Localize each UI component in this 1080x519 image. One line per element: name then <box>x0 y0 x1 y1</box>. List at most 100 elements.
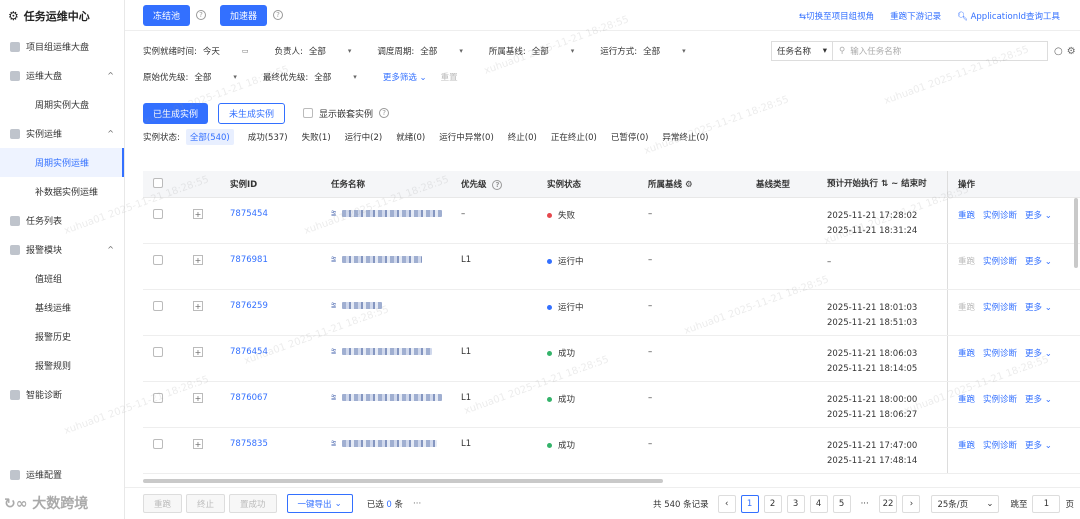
diagnose-button[interactable]: 实例诊断 <box>983 393 1017 427</box>
expand-row-button[interactable]: + <box>193 393 203 403</box>
export-button[interactable]: 一键导出 ⌄ <box>286 494 353 513</box>
sidebar-item[interactable]: 报警历史 <box>0 322 124 351</box>
page-button[interactable]: 1 <box>740 495 759 513</box>
instance-id-link[interactable]: 7876067 <box>230 393 268 403</box>
instance-id-link[interactable]: 7876259 <box>230 301 268 311</box>
sidebar-item[interactable]: 实例运维 ^ <box>0 119 124 148</box>
filter-select[interactable]: 运行方式: 全部 ▾ <box>600 45 685 57</box>
row-checkbox[interactable] <box>153 209 163 219</box>
accelerator-button[interactable]: 加速器 <box>220 4 268 26</box>
task-name-redacted[interactable] <box>342 302 383 309</box>
task-name-redacted[interactable] <box>342 210 443 217</box>
more-actions-button[interactable]: 更多 ⌄ <box>1025 209 1052 243</box>
rerun-button[interactable]: 重跑 <box>958 209 975 243</box>
rerun-button[interactable]: 重跑 <box>958 301 975 335</box>
task-name-redacted[interactable] <box>342 348 433 355</box>
filter-select[interactable]: 所属基线: 全部 ▾ <box>489 45 574 57</box>
rerun-button[interactable]: 重跑 <box>958 439 975 473</box>
status-filter-chip[interactable]: 就绪(0) <box>396 131 425 143</box>
sidebar-item[interactable]: 项目组运维大盘 <box>0 32 124 61</box>
rerun-downstream-link[interactable]: 重跑下游记录 <box>890 10 941 22</box>
prev-page-button[interactable]: ‹ <box>717 495 736 513</box>
more-actions-button[interactable]: 更多 ⌄ <box>1025 255 1052 289</box>
status-filter-chip[interactable]: 全部(540) <box>185 129 234 145</box>
status-filter-chip[interactable]: 运行中(2) <box>345 131 383 143</box>
show-nested-checkbox[interactable] <box>303 108 314 118</box>
sidebar-item[interactable]: 补数据实例运维 <box>0 177 124 206</box>
search-field-select[interactable]: 任务名称 ▾ <box>771 41 833 61</box>
instance-id-link[interactable]: 7875454 <box>230 209 268 219</box>
filter-select[interactable]: 原始优先级: 全部 ▾ <box>143 71 237 83</box>
search-input[interactable]: ⚲ 输入任务名称 <box>833 41 1048 61</box>
batch-stop-button[interactable]: 终止 <box>186 494 226 513</box>
more-filters-link[interactable]: 更多筛选 ⌄ <box>383 71 427 83</box>
expand-row-button[interactable]: + <box>193 301 203 311</box>
switch-project-view-link[interactable]: ⇆切换至项目组视角 <box>799 10 874 22</box>
settings-icon[interactable]: ⚙ <box>1067 46 1076 57</box>
diagnose-button[interactable]: 实例诊断 <box>983 347 1017 381</box>
status-filter-chip[interactable]: 终止(0) <box>508 131 537 143</box>
application-id-tool-link[interactable]: 🔍︎ ApplicationId查询工具 <box>957 10 1060 22</box>
sidebar-item[interactable]: 基线运维 <box>0 293 124 322</box>
help-icon[interactable]: ? <box>379 108 390 118</box>
row-checkbox[interactable] <box>153 347 163 357</box>
diagnose-button[interactable]: 实例诊断 <box>983 301 1017 335</box>
row-checkbox[interactable] <box>153 439 163 449</box>
status-filter-chip[interactable]: 成功(537) <box>248 131 288 143</box>
next-page-button[interactable]: › <box>902 495 921 513</box>
more-actions-button[interactable]: 更多 ⌄ <box>1025 301 1052 335</box>
filter-select[interactable]: 负责人: 全部 ▾ <box>275 45 352 57</box>
tab-not-generated-instances[interactable]: 未生成实例 <box>218 102 286 124</box>
batch-set-success-button[interactable]: 置成功 <box>229 494 277 513</box>
instance-id-link[interactable]: 7875835 <box>230 439 268 449</box>
expand-row-button[interactable]: + <box>193 209 203 219</box>
sidebar-item[interactable]: 智能诊断 <box>0 380 124 409</box>
sidebar-item[interactable]: 周期实例大盘 <box>0 90 124 119</box>
vertical-scrollbar[interactable] <box>1074 198 1078 268</box>
status-filter-chip[interactable]: 运行中异常(0) <box>439 131 494 143</box>
diagnose-button[interactable]: 实例诊断 <box>983 209 1017 243</box>
page-button[interactable]: 2 <box>763 495 782 513</box>
page-button[interactable]: 3 <box>786 495 805 513</box>
status-filter-chip[interactable]: 失败(1) <box>302 131 331 143</box>
row-checkbox[interactable] <box>153 393 163 403</box>
expand-row-button[interactable]: + <box>193 347 203 357</box>
status-filter-chip[interactable]: 正在终止(0) <box>551 131 597 143</box>
chevron-up-icon[interactable]: ^ <box>107 129 114 138</box>
horizontal-scrollbar[interactable] <box>143 479 663 483</box>
expand-row-button[interactable]: + <box>193 439 203 449</box>
settings-icon[interactable]: ⚙ <box>685 180 693 190</box>
instance-id-link[interactable]: 7876981 <box>230 255 268 265</box>
page-button[interactable]: ··· <box>855 495 874 513</box>
more-actions-button[interactable]: 更多 ⌄ <box>1025 347 1052 381</box>
more-actions-button[interactable]: 更多 ⌄ <box>1025 393 1052 427</box>
sidebar-item[interactable]: 报警规则 <box>0 351 124 380</box>
help-icon[interactable]: ? <box>273 10 284 20</box>
status-filter-chip[interactable]: 已暂停(0) <box>611 131 649 143</box>
filter-select[interactable]: 实例就绪时间: 今天 ▭ <box>143 45 249 57</box>
sidebar-item[interactable]: 周期实例运维 <box>0 148 124 177</box>
help-icon[interactable]: ? <box>492 180 503 190</box>
sidebar-item-config[interactable]: 运维配置 <box>0 460 125 489</box>
filter-select[interactable]: 最终优先级: 全部 ▾ <box>263 71 357 83</box>
page-size-select[interactable]: 25条/页 ⌄ <box>931 495 1000 513</box>
sidebar-item[interactable]: 值班组 <box>0 264 124 293</box>
reset-button[interactable]: 重置 <box>441 71 458 83</box>
rerun-button[interactable]: 重跑 <box>958 255 975 289</box>
freeze-pool-button[interactable]: 冻结池 <box>143 4 191 26</box>
refresh-icon[interactable]: ○ <box>1054 46 1063 57</box>
task-name-redacted[interactable] <box>342 440 438 447</box>
tab-generated-instances[interactable]: 已生成实例 <box>143 102 209 124</box>
instance-id-link[interactable]: 7876454 <box>230 347 268 357</box>
page-button[interactable]: 22 <box>878 495 898 513</box>
sidebar-item[interactable]: 运维大盘 ^ <box>0 61 124 90</box>
diagnose-button[interactable]: 实例诊断 <box>983 255 1017 289</box>
jump-page-input[interactable]: 1 <box>1032 495 1061 513</box>
sidebar-item[interactable]: 报警模块 ^ <box>0 235 124 264</box>
status-filter-chip[interactable]: 异常终止(0) <box>662 131 708 143</box>
chevron-up-icon[interactable]: ^ <box>107 245 114 254</box>
sort-icon[interactable]: ⇅ <box>881 179 888 189</box>
rerun-button[interactable]: 重跑 <box>958 347 975 381</box>
more-actions-button[interactable]: 更多 ⌄ <box>1025 439 1052 473</box>
rerun-button[interactable]: 重跑 <box>958 393 975 427</box>
